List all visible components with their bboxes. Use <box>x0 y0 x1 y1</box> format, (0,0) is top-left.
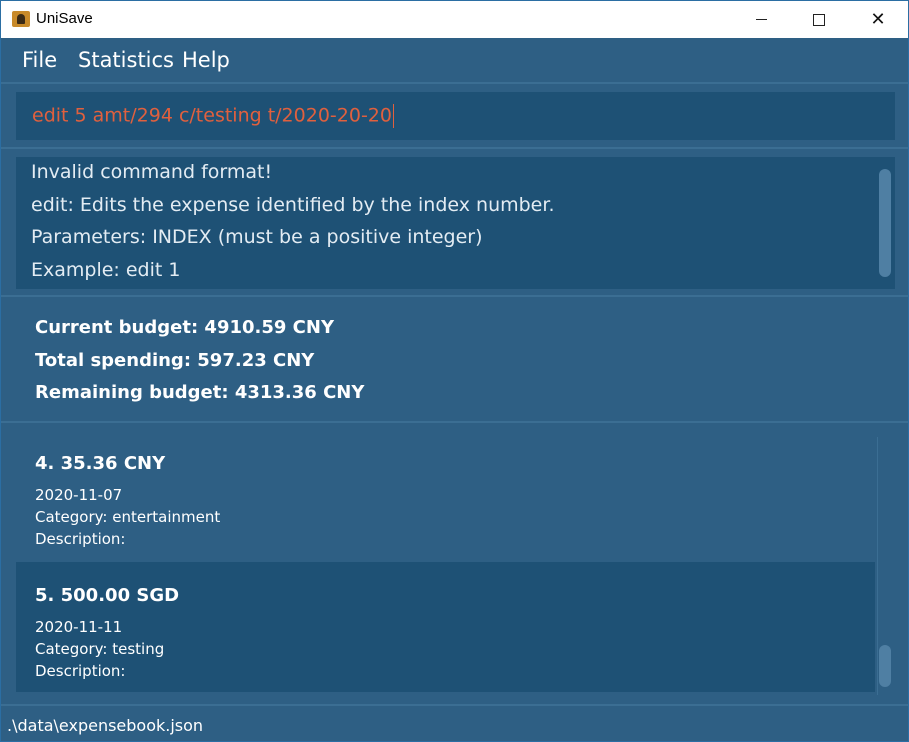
app-window: UniSave ✕ File Statistics Help edit 5 am… <box>0 0 909 742</box>
storage-path: .\data\expensebook.json <box>7 716 204 735</box>
current-budget: Current budget: 4910.59 CNY <box>35 317 334 338</box>
expense-date: 2020-11-11 <box>35 618 123 636</box>
menu-statistics[interactable]: Statistics <box>78 48 174 72</box>
result-section: Invalid command format! edit: Edits the … <box>1 149 908 297</box>
expense-date: 2020-11-07 <box>35 486 123 504</box>
expense-list: 4. 35.36 CNY 2020-11-07 Category: entert… <box>1 423 908 704</box>
expense-category: Category: entertainment <box>35 508 221 526</box>
expense-title: 4. 35.36 CNY <box>35 453 166 474</box>
menu-help[interactable]: Help <box>182 48 230 72</box>
result-line: Invalid command format! <box>31 161 273 183</box>
app-logo-icon <box>12 11 30 27</box>
maximize-icon <box>813 13 825 26</box>
expense-description: Description: <box>35 530 126 548</box>
title-bar[interactable]: UniSave ✕ <box>1 1 908 38</box>
budget-panel: Current budget: 4910.59 CNY Total spendi… <box>1 297 908 423</box>
result-line: Example: edit 1 <box>31 259 181 281</box>
result-scrollbar-thumb[interactable] <box>879 169 891 277</box>
remaining-budget: Remaining budget: 4313.36 CNY <box>35 382 365 403</box>
result-line: Parameters: INDEX (must be a positive in… <box>31 226 483 248</box>
maximize-button[interactable] <box>790 1 848 38</box>
command-input[interactable]: edit 5 amt/294 c/testing t/2020-20-20 <box>16 92 895 140</box>
expense-card-selected[interactable]: 5. 500.00 SGD 2020-11-11 Category: testi… <box>16 562 875 692</box>
command-value: edit 5 amt/294 c/testing t/2020-20-20 <box>32 104 392 127</box>
menu-file[interactable]: File <box>22 48 57 72</box>
expense-title: 5. 500.00 SGD <box>35 585 180 606</box>
expense-category: Category: testing <box>35 640 165 658</box>
expense-card[interactable]: 4. 35.36 CNY 2020-11-07 Category: entert… <box>16 430 875 560</box>
list-scrollbar-thumb[interactable] <box>879 645 891 687</box>
result-line: edit: Edits the expense identified by th… <box>31 194 555 216</box>
result-display[interactable]: Invalid command format! edit: Edits the … <box>16 157 875 289</box>
command-section: edit 5 amt/294 c/testing t/2020-20-20 <box>1 84 908 149</box>
expense-description: Description: <box>35 662 126 680</box>
minimize-button[interactable] <box>732 1 790 38</box>
minimize-icon <box>755 19 767 20</box>
status-bar: .\data\expensebook.json <box>1 704 908 741</box>
total-spending: Total spending: 597.23 CNY <box>35 350 315 371</box>
close-icon: ✕ <box>870 9 886 30</box>
window-title: UniSave <box>36 10 93 27</box>
text-caret <box>392 104 394 128</box>
menu-bar: File Statistics Help <box>1 38 908 84</box>
close-button[interactable]: ✕ <box>849 1 907 38</box>
command-input-text[interactable]: edit 5 amt/294 c/testing t/2020-20-20 <box>32 104 394 128</box>
